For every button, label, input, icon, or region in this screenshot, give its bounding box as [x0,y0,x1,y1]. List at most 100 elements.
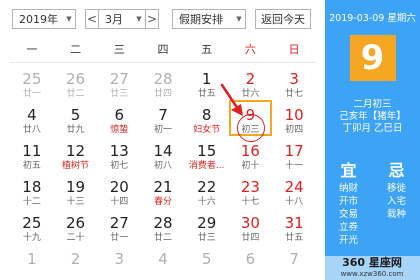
lunar-label: 廿五 [285,233,304,243]
day-cell[interactable]: 14 初八 [141,136,185,172]
day-cell[interactable]: 10 初四 [272,100,316,136]
day-cell[interactable]: 2 [54,244,98,280]
day-cell[interactable]: 20 十四 [97,172,141,208]
day-cell[interactable]: 26 二十 [54,208,98,244]
lunar-label: 十七 [241,197,260,207]
day-cell[interactable]: 1 [10,244,54,280]
day-cell[interactable]: 12 植树节 [54,136,98,172]
day-cell[interactable]: 24 十八 [272,172,316,208]
holiday-select-value: 假期安排 [179,13,223,26]
yi-item: 交易 [338,209,358,220]
day-cell[interactable]: 3 廿七 [272,64,316,100]
lunar-label: 初四 [285,125,304,135]
lunar-label: 二十 [66,233,85,243]
lunar-label: 廿一 [22,89,41,99]
day-number: 25 [22,70,42,88]
prev-month-button[interactable]: < [85,9,99,29]
lunar-label: 廿二 [66,89,85,99]
return-today-label: 返回今天 [261,13,305,26]
day-number: 20 [109,178,129,196]
day-cell[interactable]: 4 廿八 [10,100,54,136]
lunar-label: 十九 [22,233,41,243]
yi-item: 立券 [338,222,358,233]
month-select-value: 3月 [105,13,123,26]
day-number: 15 [197,142,217,160]
weekday-header: 一二三四五六日 [10,40,316,63]
day-cell[interactable]: 27 廿三 [97,64,141,100]
month-select[interactable]: 3月 ▼ [98,9,146,29]
day-cell[interactable]: 13 初七 [97,136,141,172]
day-cell[interactable]: 29 廿三 [185,208,229,244]
day-cell[interactable]: 25 十九 [10,208,54,244]
lunar-label: 廿八 [22,125,41,135]
day-cell[interactable]: 28 廿二 [141,208,185,244]
yi-item: 开市 [338,196,358,207]
lunar-label: 十四 [110,197,129,207]
day-number: 24 [284,178,304,196]
weekday-label: 五 [201,43,213,56]
day-number: 17 [284,142,304,160]
next-month-label: > [146,12,158,26]
day-number: 31 [284,214,304,232]
day-number: 14 [153,142,173,160]
day-number: 7 [289,250,299,268]
arrow-icon [220,83,243,116]
lunar-label: 消费者... [188,161,225,171]
lunar-label: 春分 [153,197,172,207]
day-number: 27 [109,70,129,88]
day-cell[interactable]: 7 初一 [141,100,185,136]
weekday-label: 一 [26,43,38,56]
lunar-label: 廿四 [153,89,172,99]
day-cell[interactable]: 5 [185,244,229,280]
return-today-button[interactable]: 返回今天 [255,9,311,29]
day-cell[interactable]: 16 初十 [229,136,273,172]
day-number: 13 [109,142,129,160]
day-number: 19 [66,178,86,196]
yi-item: 开光 [338,235,358,246]
day-cell[interactable]: 30 廿四 [229,208,273,244]
day-cell[interactable]: 31 廿五 [272,208,316,244]
day-cell[interactable]: 15 消费者... [185,136,229,172]
lunar-label: 十八 [285,197,304,207]
day-cell[interactable]: 25 廿一 [10,64,54,100]
lunar-label: 十六 [197,197,216,207]
day-number: 1 [27,250,37,268]
day-cell[interactable]: 6 惊蛰 [97,100,141,136]
day-cell[interactable]: 11 初五 [10,136,54,172]
day-cell[interactable]: 6 [229,244,273,280]
ganzhi-year: 己亥年【猪年】 [339,111,406,122]
day-number: 7 [158,106,168,124]
chevron-down-icon: ▼ [66,15,72,23]
lunar-label: 廿九 [66,125,85,135]
day-cell[interactable]: 22 十六 [185,172,229,208]
selected-date-line: 2019-03-09 星期六 [329,13,416,24]
watermark-brand: 360 星座网 [342,256,402,269]
day-number: 5 [70,106,81,124]
day-cell[interactable]: 3 [97,244,141,280]
day-cell[interactable]: 21 春分 [141,172,185,208]
year-select[interactable]: 2019年 ▼ [12,9,76,29]
day-cell[interactable]: 27 廿一 [97,208,141,244]
lunar-label: 廿四 [241,233,260,243]
lunar-label: 廿三 [197,233,216,243]
day-cell[interactable]: 26 廿二 [54,64,98,100]
lunar-label: 植树节 [62,161,90,171]
day-cell[interactable]: 19 十三 [54,172,98,208]
day-cell[interactable]: 4 [141,244,185,280]
holiday-select[interactable]: 假期安排 ▼ [172,9,246,29]
day-cell[interactable]: 28 廿四 [141,64,185,100]
day-number: 5 [201,250,212,268]
day-cell[interactable]: 17 十一 [272,136,316,172]
lunar-label: 十三 [66,197,85,207]
calendar-grid: 25 廿一 26 廿二 27 廿三 28 廿四 1 廿五 2 廿六 3 廿七 4 廿八 5 廿九 6 惊蛰 7 初一 8 妇女… [10,64,316,280]
day-cell[interactable]: 23 十七 [229,172,273,208]
day-cell[interactable]: 7 [272,244,316,280]
weekday-label: 二 [70,43,82,56]
day-cell[interactable]: 18 十二 [10,172,54,208]
ji-item: 移徙 [386,183,406,194]
yi-heading: 宜 [340,161,357,180]
day-cell[interactable]: 5 廿九 [54,100,98,136]
next-month-button[interactable]: > [145,9,159,29]
weekday-label: 四 [157,43,169,56]
prev-month-label: < [86,12,98,26]
